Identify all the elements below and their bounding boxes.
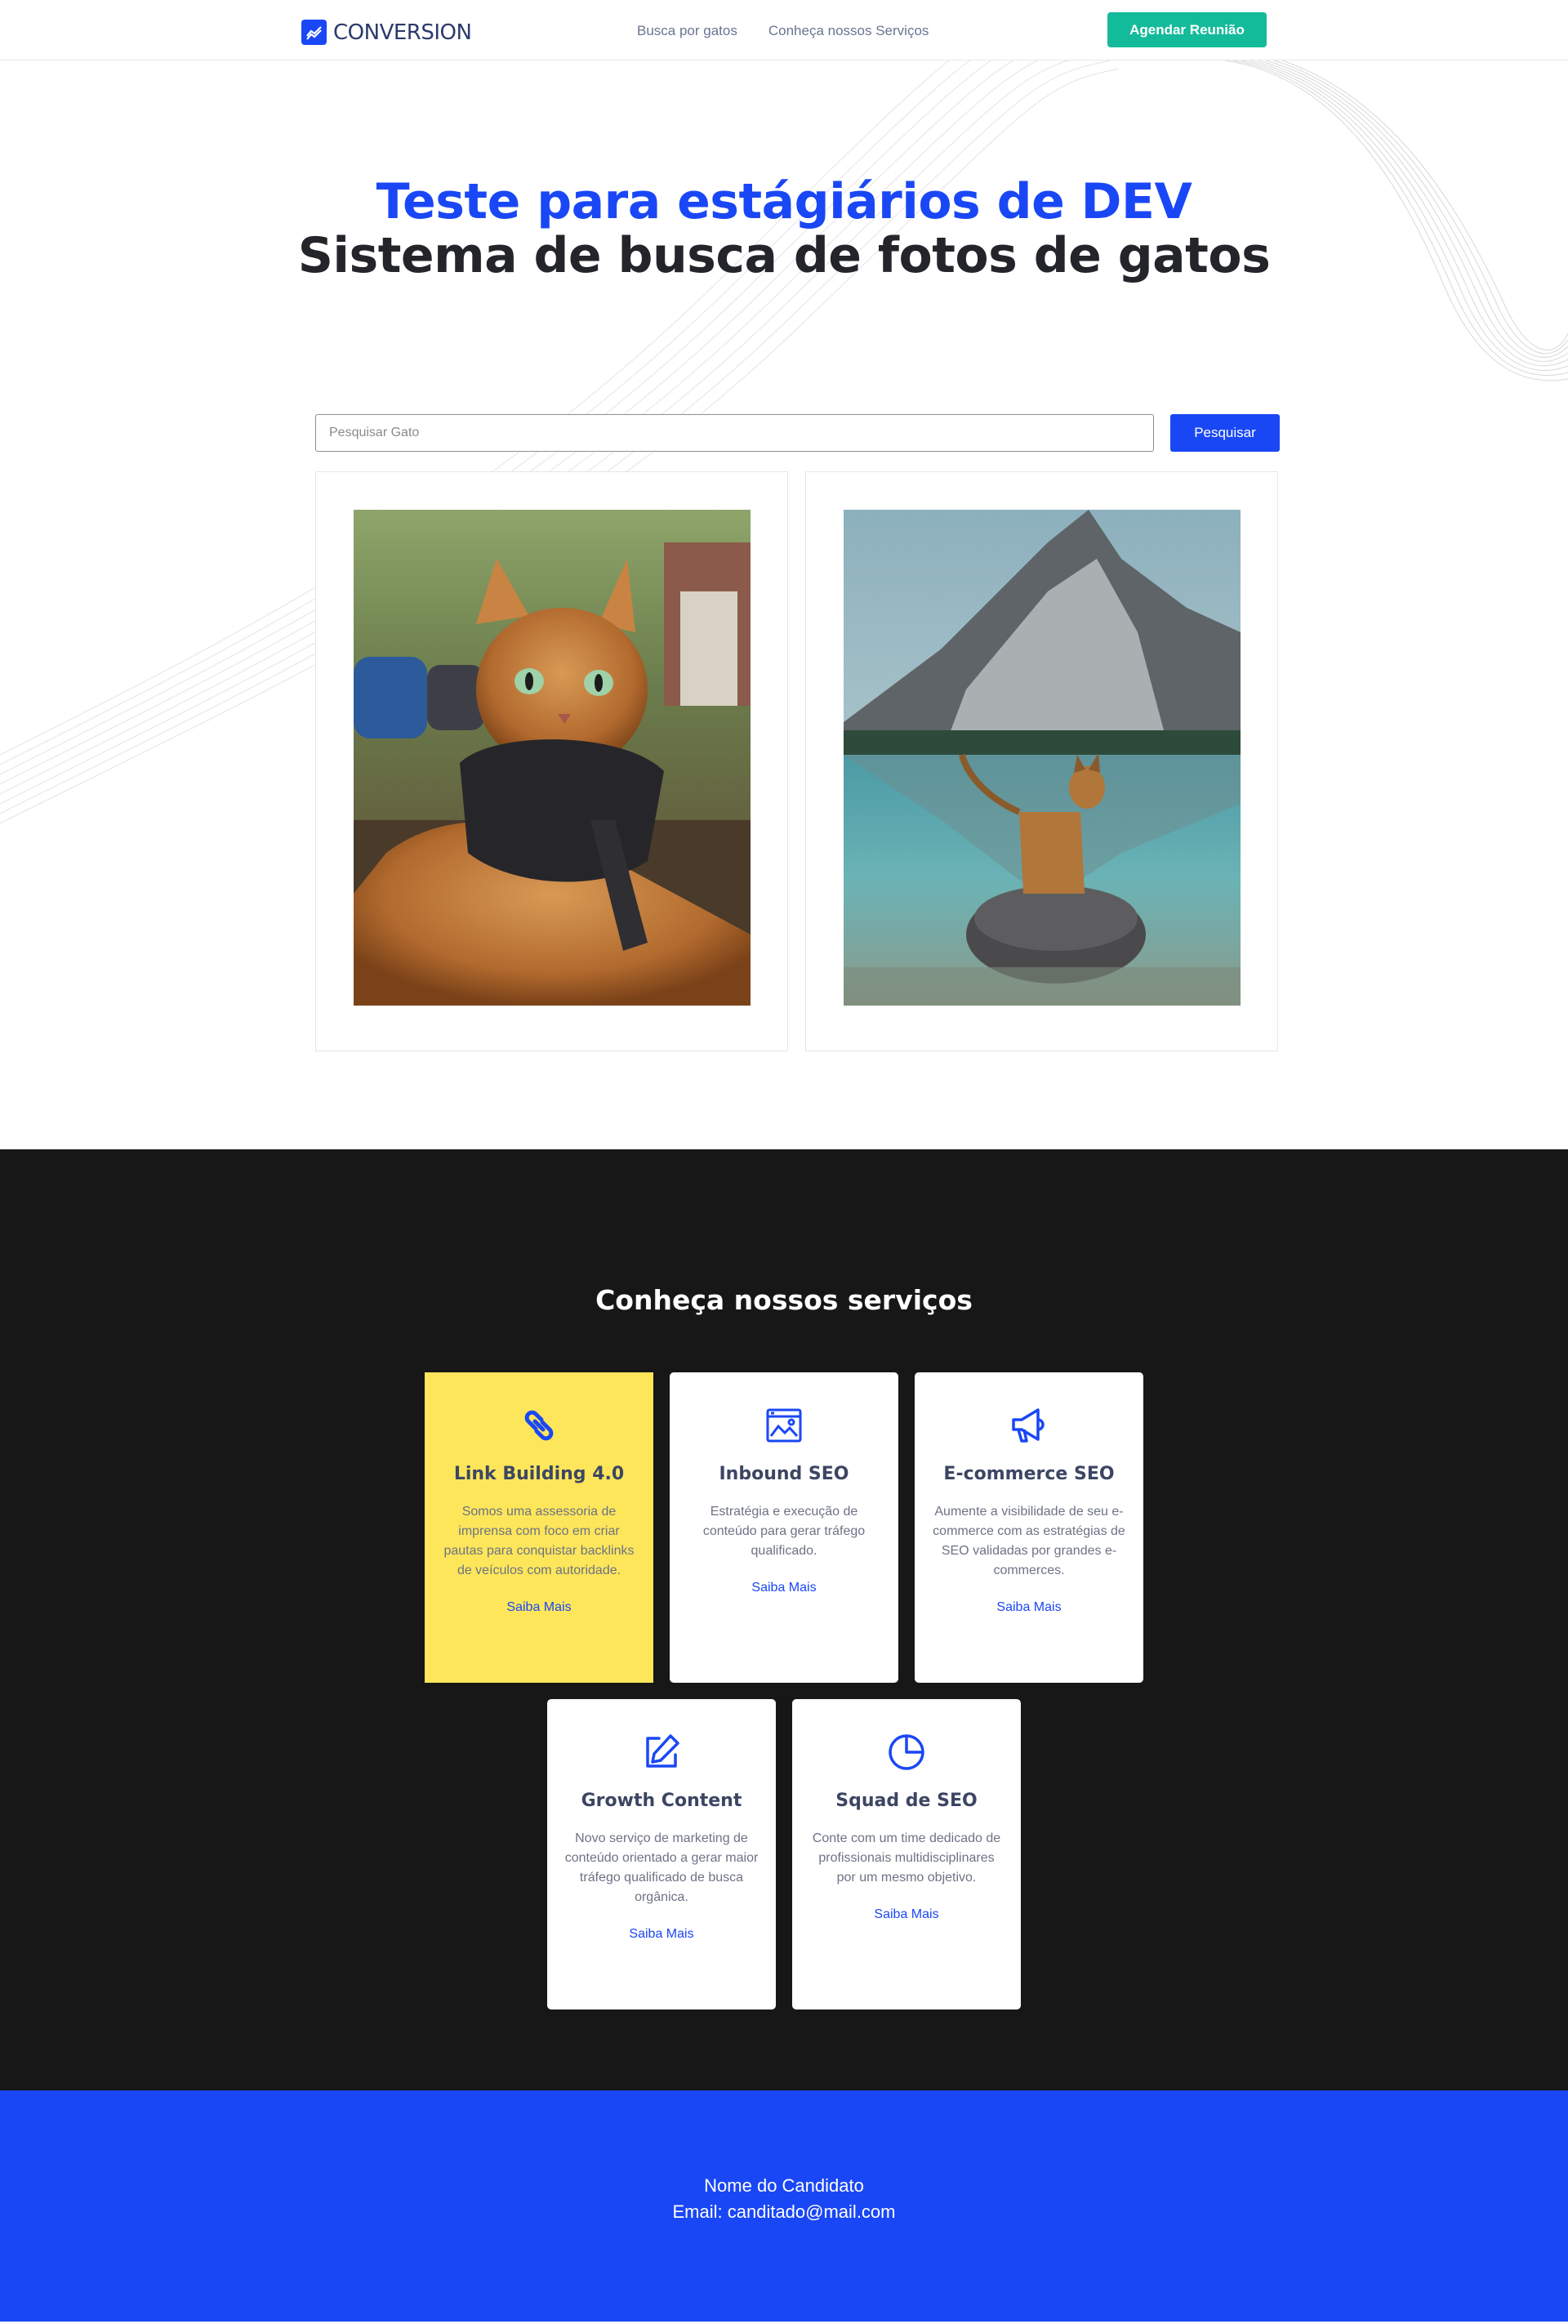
service-title: E-commerce SEO (943, 1464, 1115, 1484)
logo-text: CONVERSION (333, 20, 472, 45)
service-title: Link Building 4.0 (453, 1464, 625, 1484)
saiba-mais-link[interactable]: Saiba Mais (996, 1600, 1061, 1615)
logo[interactable]: CONVERSION (301, 20, 472, 45)
hero-title-line2: Sistema de busca de fotos de gatos (297, 227, 1271, 284)
candidate-email: Email: canditado@mail.com (672, 2201, 896, 2222)
megaphone-icon (1012, 1408, 1045, 1443)
candidate-name: Nome do Candidato (704, 2175, 864, 2196)
service-description: Conte com um time dedicado de profission… (812, 1831, 1001, 1885)
link-icon (524, 1410, 554, 1441)
hero-title: Teste para estágiários de DEV Sistema de… (0, 175, 1568, 283)
service-card-link-building: Link Building 4.0 Somos uma assessoria d… (425, 1372, 653, 1683)
service-title: Squad de SEO (835, 1791, 978, 1811)
saiba-mais-link[interactable]: Saiba Mais (629, 1927, 693, 1942)
cat-photo[interactable] (844, 510, 1241, 1006)
service-card-ecommerce-seo: E-commerce SEO Aumente a visibilidade de… (915, 1372, 1143, 1683)
saiba-mais-link[interactable]: Saiba Mais (506, 1600, 571, 1615)
cat-result-card (315, 471, 788, 1051)
hero-title-line1: Teste para estágiários de DEV (376, 173, 1192, 230)
service-card-growth-content: Growth Content Novo serviço de marketing… (547, 1699, 776, 2010)
search-input[interactable] (315, 414, 1154, 452)
hero-section: Teste para estágiários de DEV Sistema de… (0, 60, 1568, 1149)
saiba-mais-link[interactable]: Saiba Mais (751, 1581, 816, 1595)
service-title: Growth Content (581, 1791, 742, 1811)
service-description: Aumente a visibilidade de seu e-commerce… (933, 1505, 1125, 1577)
cat-result-card (805, 471, 1278, 1051)
search-button[interactable]: Pesquisar (1170, 414, 1280, 452)
service-card-squad-seo: Squad de SEO Conte com um time dedicado … (792, 1699, 1021, 2010)
nav-links: Busca por gatos Conheça nossos Serviços (637, 23, 929, 39)
edit-icon (646, 1734, 679, 1768)
chart-trend-icon (301, 20, 327, 45)
service-description: Estratégia e execução de conteúdo para g… (702, 1505, 866, 1558)
services-title: Conheça nossos serviços (595, 1284, 973, 1316)
service-title: Inbound SEO (719, 1464, 849, 1484)
services-section: Conheça nossos serviços Link Building 4.… (0, 1149, 1568, 2090)
footer: Nome do Candidato Email: canditado@mail.… (0, 2090, 1568, 2322)
cat-photo[interactable] (354, 510, 751, 1006)
service-description: Novo serviço de marketing de conteúdo or… (564, 1831, 759, 1904)
pie-chart-icon (889, 1734, 924, 1770)
service-description: Somos uma assessoria de imprensa com foc… (443, 1505, 635, 1577)
service-card-inbound-seo: Inbound SEO Estratégia e execução de con… (670, 1372, 898, 1683)
landscape-window-icon (766, 1408, 802, 1443)
top-navbar: CONVERSION Busca por gatos Conheça nosso… (0, 0, 1568, 60)
saiba-mais-link[interactable]: Saiba Mais (874, 1907, 938, 1922)
nav-link-busca-gatos[interactable]: Busca por gatos (637, 23, 737, 39)
nav-link-servicos[interactable]: Conheça nossos Serviços (768, 23, 929, 39)
schedule-meeting-button[interactable]: Agendar Reunião (1107, 12, 1267, 47)
